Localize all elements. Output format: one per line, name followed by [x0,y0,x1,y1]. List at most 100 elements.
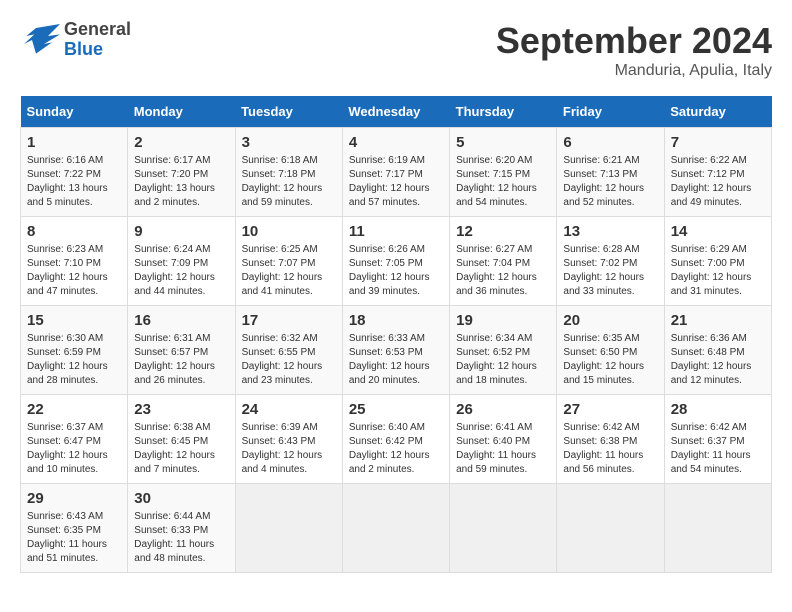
calendar-cell: 11 Sunrise: 6:26 AMSunset: 7:05 PMDaylig… [342,217,449,306]
day-number: 23 [134,401,228,418]
calendar-cell: 21 Sunrise: 6:36 AMSunset: 6:48 PMDaylig… [664,306,771,395]
day-info: Sunrise: 6:29 AMSunset: 7:00 PMDaylight:… [671,244,752,297]
day-number: 14 [671,223,765,240]
day-info: Sunrise: 6:31 AMSunset: 6:57 PMDaylight:… [134,333,215,386]
calendar-cell: 29 Sunrise: 6:43 AMSunset: 6:35 PMDaylig… [21,484,128,573]
day-info: Sunrise: 6:30 AMSunset: 6:59 PMDaylight:… [27,333,108,386]
day-info: Sunrise: 6:17 AMSunset: 7:20 PMDaylight:… [134,155,215,208]
day-number: 6 [563,134,657,151]
day-info: Sunrise: 6:33 AMSunset: 6:53 PMDaylight:… [349,333,430,386]
day-number: 22 [27,401,121,418]
calendar-cell: 25 Sunrise: 6:40 AMSunset: 6:42 PMDaylig… [342,395,449,484]
day-info: Sunrise: 6:19 AMSunset: 7:17 PMDaylight:… [349,155,430,208]
day-info: Sunrise: 6:28 AMSunset: 7:02 PMDaylight:… [563,244,644,297]
day-number: 3 [242,134,336,151]
day-number: 27 [563,401,657,418]
day-info: Sunrise: 6:36 AMSunset: 6:48 PMDaylight:… [671,333,752,386]
day-info: Sunrise: 6:22 AMSunset: 7:12 PMDaylight:… [671,155,752,208]
day-number: 7 [671,134,765,151]
day-info: Sunrise: 6:43 AMSunset: 6:35 PMDaylight:… [27,511,107,564]
day-number: 2 [134,134,228,151]
calendar-cell: 17 Sunrise: 6:32 AMSunset: 6:55 PMDaylig… [235,306,342,395]
location-subtitle: Manduria, Apulia, Italy [496,62,772,80]
calendar-cell: 14 Sunrise: 6:29 AMSunset: 7:00 PMDaylig… [664,217,771,306]
calendar-cell: 8 Sunrise: 6:23 AMSunset: 7:10 PMDayligh… [21,217,128,306]
calendar-cell: 2 Sunrise: 6:17 AMSunset: 7:20 PMDayligh… [128,128,235,217]
day-info: Sunrise: 6:42 AMSunset: 6:38 PMDaylight:… [563,422,643,475]
day-info: Sunrise: 6:40 AMSunset: 6:42 PMDaylight:… [349,422,430,475]
day-number: 26 [456,401,550,418]
day-info: Sunrise: 6:21 AMSunset: 7:13 PMDaylight:… [563,155,644,208]
page-header: General Blue September 2024 Manduria, Ap… [20,20,772,80]
day-info: Sunrise: 6:34 AMSunset: 6:52 PMDaylight:… [456,333,537,386]
col-friday: Friday [557,96,664,128]
calendar-week-row: 29 Sunrise: 6:43 AMSunset: 6:35 PMDaylig… [21,484,772,573]
logo-name: General Blue [64,20,131,60]
day-number: 21 [671,312,765,329]
day-number: 8 [27,223,121,240]
col-saturday: Saturday [664,96,771,128]
day-number: 4 [349,134,443,151]
day-number: 20 [563,312,657,329]
calendar-cell: 13 Sunrise: 6:28 AMSunset: 7:02 PMDaylig… [557,217,664,306]
col-wednesday: Wednesday [342,96,449,128]
calendar-cell [450,484,557,573]
calendar-cell: 7 Sunrise: 6:22 AMSunset: 7:12 PMDayligh… [664,128,771,217]
day-info: Sunrise: 6:16 AMSunset: 7:22 PMDaylight:… [27,155,108,208]
day-info: Sunrise: 6:32 AMSunset: 6:55 PMDaylight:… [242,333,323,386]
day-number: 19 [456,312,550,329]
day-info: Sunrise: 6:38 AMSunset: 6:45 PMDaylight:… [134,422,215,475]
calendar-cell: 5 Sunrise: 6:20 AMSunset: 7:15 PMDayligh… [450,128,557,217]
calendar-cell: 23 Sunrise: 6:38 AMSunset: 6:45 PMDaylig… [128,395,235,484]
col-tuesday: Tuesday [235,96,342,128]
day-info: Sunrise: 6:41 AMSunset: 6:40 PMDaylight:… [456,422,536,475]
calendar-cell: 19 Sunrise: 6:34 AMSunset: 6:52 PMDaylig… [450,306,557,395]
day-number: 24 [242,401,336,418]
calendar-cell: 1 Sunrise: 6:16 AMSunset: 7:22 PMDayligh… [21,128,128,217]
day-info: Sunrise: 6:23 AMSunset: 7:10 PMDaylight:… [27,244,108,297]
day-info: Sunrise: 6:35 AMSunset: 6:50 PMDaylight:… [563,333,644,386]
day-number: 16 [134,312,228,329]
calendar-cell: 24 Sunrise: 6:39 AMSunset: 6:43 PMDaylig… [235,395,342,484]
calendar-header-row: Sunday Monday Tuesday Wednesday Thursday… [21,96,772,128]
day-number: 29 [27,490,121,507]
day-info: Sunrise: 6:26 AMSunset: 7:05 PMDaylight:… [349,244,430,297]
calendar-cell [664,484,771,573]
calendar-cell: 16 Sunrise: 6:31 AMSunset: 6:57 PMDaylig… [128,306,235,395]
day-number: 12 [456,223,550,240]
day-number: 10 [242,223,336,240]
day-info: Sunrise: 6:39 AMSunset: 6:43 PMDaylight:… [242,422,323,475]
day-number: 25 [349,401,443,418]
day-number: 1 [27,134,121,151]
calendar-cell: 28 Sunrise: 6:42 AMSunset: 6:37 PMDaylig… [664,395,771,484]
logo-bird-icon [20,20,60,60]
calendar-cell [235,484,342,573]
day-info: Sunrise: 6:44 AMSunset: 6:33 PMDaylight:… [134,511,214,564]
calendar-cell: 27 Sunrise: 6:42 AMSunset: 6:38 PMDaylig… [557,395,664,484]
day-number: 13 [563,223,657,240]
calendar-cell: 22 Sunrise: 6:37 AMSunset: 6:47 PMDaylig… [21,395,128,484]
day-number: 9 [134,223,228,240]
day-info: Sunrise: 6:25 AMSunset: 7:07 PMDaylight:… [242,244,323,297]
calendar-cell: 6 Sunrise: 6:21 AMSunset: 7:13 PMDayligh… [557,128,664,217]
calendar-cell: 26 Sunrise: 6:41 AMSunset: 6:40 PMDaylig… [450,395,557,484]
calendar-cell: 3 Sunrise: 6:18 AMSunset: 7:18 PMDayligh… [235,128,342,217]
day-info: Sunrise: 6:27 AMSunset: 7:04 PMDaylight:… [456,244,537,297]
day-info: Sunrise: 6:20 AMSunset: 7:15 PMDaylight:… [456,155,537,208]
calendar-table: Sunday Monday Tuesday Wednesday Thursday… [20,96,772,573]
calendar-cell: 18 Sunrise: 6:33 AMSunset: 6:53 PMDaylig… [342,306,449,395]
calendar-cell: 30 Sunrise: 6:44 AMSunset: 6:33 PMDaylig… [128,484,235,573]
day-number: 17 [242,312,336,329]
calendar-week-row: 8 Sunrise: 6:23 AMSunset: 7:10 PMDayligh… [21,217,772,306]
day-number: 18 [349,312,443,329]
day-info: Sunrise: 6:18 AMSunset: 7:18 PMDaylight:… [242,155,323,208]
col-monday: Monday [128,96,235,128]
title-block: September 2024 Manduria, Apulia, Italy [496,20,772,80]
day-number: 11 [349,223,443,240]
calendar-cell [342,484,449,573]
col-sunday: Sunday [21,96,128,128]
day-info: Sunrise: 6:37 AMSunset: 6:47 PMDaylight:… [27,422,108,475]
day-number: 15 [27,312,121,329]
day-info: Sunrise: 6:42 AMSunset: 6:37 PMDaylight:… [671,422,751,475]
calendar-cell: 12 Sunrise: 6:27 AMSunset: 7:04 PMDaylig… [450,217,557,306]
